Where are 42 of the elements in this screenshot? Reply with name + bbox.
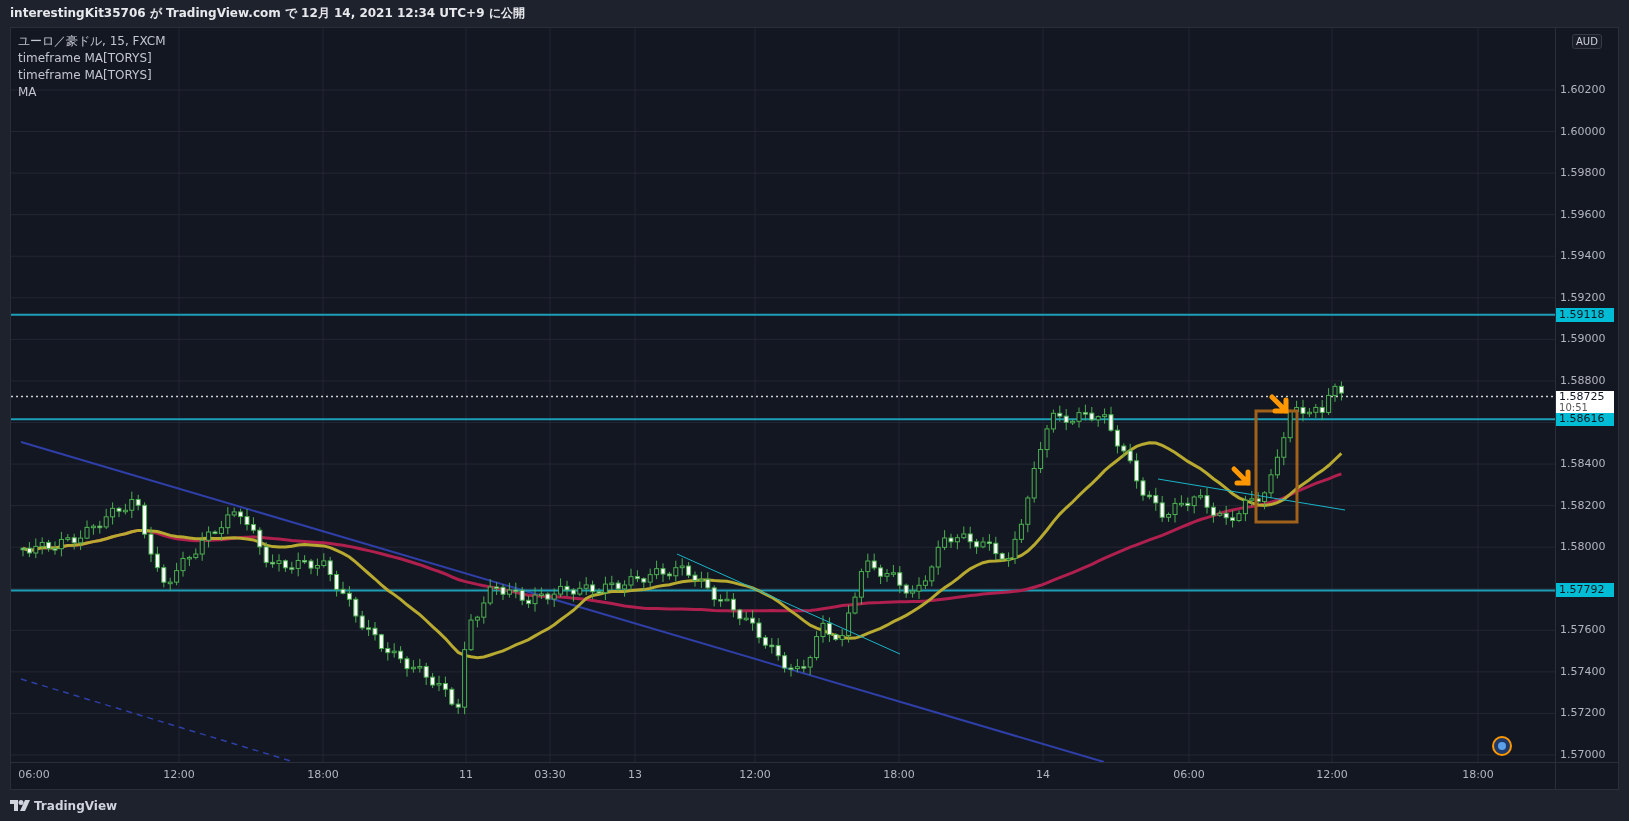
publish-info: interestingKit35706 が TradingView.com で 12月 14, 2021 12:34 UTC+9 に公開 (9, 5, 526, 22)
time-label: 12:00 (1316, 768, 1348, 781)
price-label: 1.57600 (1560, 622, 1606, 639)
time-label: 14 (1036, 768, 1050, 781)
price-label: 1.59600 (1560, 206, 1606, 223)
brand-name: TradingView (34, 798, 118, 813)
arrow-icon (1269, 394, 1289, 414)
price-label: 1.58000 (1560, 539, 1606, 556)
price-label: 1.57000 (1560, 747, 1606, 763)
time-label: 03:30 (534, 768, 566, 781)
time-label: 06:00 (1173, 768, 1205, 781)
price-label: 1.58200 (1560, 497, 1606, 514)
logo-icon (10, 800, 30, 811)
globe-icon (1492, 736, 1512, 756)
time-label: 18:00 (1462, 768, 1494, 781)
arrow-icon (1231, 466, 1251, 486)
price-label: 1.59400 (1560, 248, 1606, 265)
legend-text: MA (18, 84, 38, 101)
price-label: 1.60000 (1560, 123, 1606, 140)
time-label: 18:00 (883, 768, 915, 781)
price-level-label: 1.59118 (1556, 307, 1615, 322)
legend-text: timeframe MA[TORYS] (18, 50, 153, 67)
countdown-timer: 10:51 (1559, 402, 1589, 413)
price-label: 1.59000 (1560, 331, 1606, 348)
price-level-label: 1.57792 (1556, 583, 1615, 598)
time-label: 06:00 (18, 768, 50, 781)
legend-text: timeframe MA[TORYS] (18, 67, 153, 84)
price-label: 1.60200 (1560, 82, 1606, 98)
time-label: 13 (628, 768, 642, 781)
time-label: 11 (459, 768, 473, 781)
time-label: 12:00 (163, 768, 195, 781)
price-label: 1.58400 (1560, 456, 1606, 473)
last-price: 1.58725 (1559, 390, 1606, 403)
price-label: 1.59200 (1560, 289, 1606, 306)
time-label: 18:00 (307, 768, 339, 781)
currency-button[interactable]: AUD (1572, 34, 1602, 49)
price-label: 1.58800 (1560, 372, 1606, 389)
legend-text: ユーロ／豪ドル, 15, FXCM (18, 33, 166, 50)
price-label: 1.59800 (1560, 165, 1606, 182)
time-label: 12:00 (739, 768, 771, 781)
price-label: 1.57200 (1560, 705, 1606, 722)
price-label: 1.57400 (1560, 663, 1606, 680)
